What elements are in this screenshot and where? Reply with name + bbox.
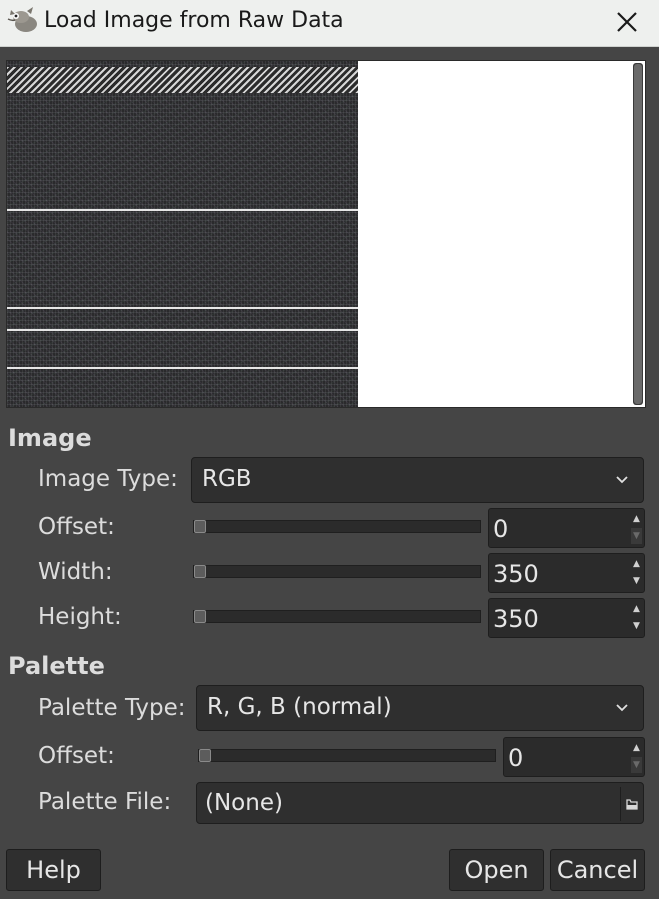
palette-offset-slider[interactable]	[198, 749, 496, 762]
palette-section-title: Palette	[8, 652, 105, 680]
separator	[620, 787, 621, 821]
gimp-wilber-icon	[7, 7, 37, 32]
preview-scrollbar[interactable]	[633, 63, 643, 405]
load-raw-dialog: Load Image from Raw Data Image Image Typ…	[0, 0, 659, 899]
preview-stripe-band	[7, 67, 358, 93]
height-spinbox[interactable]: ▲ ▼	[488, 598, 645, 638]
increment-arrow-icon[interactable]: ▲	[631, 556, 642, 572]
palette-offset-spinbox[interactable]: ▲ ▼	[503, 737, 645, 777]
image-offset-label: Offset:	[38, 514, 115, 540]
slider-handle[interactable]	[194, 520, 206, 533]
increment-arrow-icon[interactable]: ▲	[631, 601, 642, 617]
image-offset-spinbox[interactable]: ▲ ▼	[488, 508, 645, 548]
palette-offset-label: Offset:	[38, 743, 115, 769]
preview-image-data	[7, 61, 358, 407]
decrement-arrow-icon[interactable]: ▼	[631, 618, 642, 634]
chevron-down-icon	[616, 476, 628, 484]
image-preview	[6, 60, 646, 408]
height-input[interactable]	[493, 605, 613, 633]
decrement-arrow-icon[interactable]: ▼	[631, 528, 642, 544]
palette-type-label: Palette Type:	[38, 695, 186, 721]
image-offset-slider[interactable]	[193, 520, 481, 533]
width-input[interactable]	[493, 560, 613, 588]
preview-scroll-thumb[interactable]	[634, 64, 642, 404]
image-type-select[interactable]: RGB	[191, 457, 644, 503]
palette-file-label: Palette File:	[38, 789, 172, 815]
increment-arrow-icon[interactable]: ▲	[631, 511, 642, 527]
title-bar: Load Image from Raw Data	[0, 0, 659, 47]
open-button[interactable]: Open	[449, 849, 544, 891]
width-slider[interactable]	[193, 565, 481, 578]
palette-type-select[interactable]: R, G, B (normal)	[196, 685, 644, 731]
palette-file-chooser[interactable]: (None)	[196, 782, 644, 824]
cancel-button[interactable]: Cancel	[550, 849, 645, 891]
palette-type-value: R, G, B (normal)	[207, 694, 392, 720]
decrement-arrow-icon[interactable]: ▼	[631, 757, 642, 773]
preview-line	[7, 209, 358, 211]
image-offset-input[interactable]	[493, 515, 613, 543]
preview-line	[7, 307, 358, 309]
height-slider[interactable]	[193, 610, 481, 623]
height-label: Height:	[38, 604, 122, 630]
palette-file-value: (None)	[205, 790, 283, 816]
file-open-icon	[626, 799, 638, 810]
slider-handle[interactable]	[194, 610, 206, 623]
increment-arrow-icon[interactable]: ▲	[631, 740, 642, 756]
close-button[interactable]	[609, 4, 645, 40]
preview-line	[7, 367, 358, 369]
preview-line	[7, 329, 358, 331]
width-spinbox[interactable]: ▲ ▼	[488, 553, 645, 593]
image-section-title: Image	[8, 424, 92, 452]
close-icon	[617, 12, 637, 32]
help-button[interactable]: Help	[6, 849, 101, 891]
window-title: Load Image from Raw Data	[44, 8, 344, 33]
slider-handle[interactable]	[194, 565, 206, 578]
image-type-value: RGB	[202, 466, 252, 492]
palette-offset-input[interactable]	[508, 744, 628, 772]
image-type-label: Image Type:	[38, 466, 178, 492]
slider-handle[interactable]	[199, 749, 211, 762]
decrement-arrow-icon[interactable]: ▼	[631, 573, 642, 589]
width-label: Width:	[38, 559, 113, 585]
chevron-down-icon	[616, 704, 628, 712]
